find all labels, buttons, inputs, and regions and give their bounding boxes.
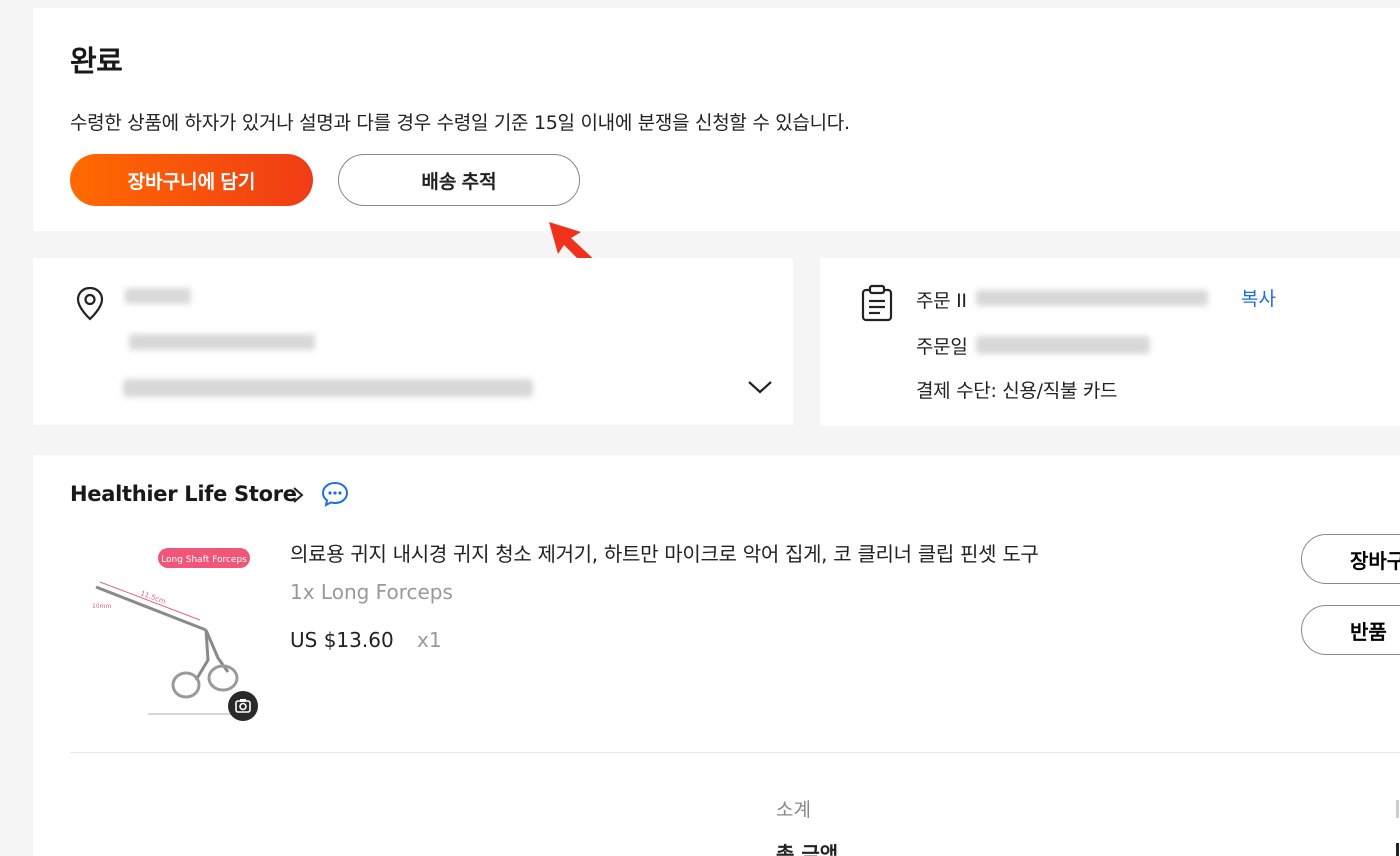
store-order-card: Healthier Life Store Long Shaft Forceps …	[33, 455, 1400, 856]
item-return-button[interactable]: 반품	[1301, 605, 1400, 655]
camera-icon[interactable]	[228, 691, 258, 721]
order-date-redacted	[976, 336, 1150, 354]
recipient-name-redacted	[125, 288, 191, 304]
order-date-label: 주문일	[916, 336, 968, 358]
payment-method: 결제 수단: 신용/직불 카드	[916, 380, 1118, 402]
order-id-label: 주문 II	[916, 290, 967, 312]
chevron-down-icon[interactable]	[746, 378, 774, 396]
chevron-right-icon[interactable]	[291, 485, 305, 505]
product-title-link[interactable]: 의료용 귀지 내시경 귀지 청소 제거기, 하트만 마이크로 악어 집게, 코 …	[290, 538, 1039, 567]
image-dimension-text: 11.5cm	[139, 589, 167, 606]
add-to-cart-button[interactable]: 장바구니에 담기	[70, 154, 313, 206]
copy-order-id-link[interactable]: 복사	[1241, 284, 1276, 311]
item-add-to-cart-button[interactable]: 장바구니	[1301, 534, 1400, 584]
chat-bubble-icon[interactable]	[321, 481, 349, 507]
product-quantity: x1	[417, 628, 442, 652]
order-id-redacted	[976, 290, 1208, 306]
store-name-link[interactable]: Healthier Life Store	[70, 482, 297, 506]
divider	[70, 752, 1400, 753]
product-variant: 1x Long Forceps	[290, 580, 453, 604]
image-tag-text: Long Shaft Forceps	[161, 555, 247, 565]
subtotal-label: 소계	[776, 799, 811, 821]
location-pin-icon	[76, 286, 104, 321]
total-value-clipped	[1396, 843, 1399, 856]
image-small-dimension-text: 10mm	[92, 603, 111, 610]
total-label: 총 금액	[776, 842, 839, 856]
clipboard-icon	[861, 284, 893, 322]
status-description: 수령한 상품에 하자가 있거나 설명과 다를 경우 수령일 기준 15일 이내에…	[70, 112, 850, 134]
recipient-phone-redacted	[129, 334, 315, 350]
status-title: 완료	[70, 44, 123, 78]
recipient-address-redacted	[123, 379, 533, 397]
subtotal-value-clipped	[1396, 800, 1399, 818]
order-info-card: 주문 II 복사 주문일 결제 수단: 신용/직불 카드	[820, 258, 1400, 426]
order-status-card: 완료 수령한 상품에 하자가 있거나 설명과 다를 경우 수령일 기준 15일 …	[33, 8, 1400, 231]
shipping-address-card	[33, 258, 793, 425]
track-shipping-button[interactable]: 배송 추적	[338, 154, 580, 206]
product-price: US $13.60	[290, 628, 394, 652]
